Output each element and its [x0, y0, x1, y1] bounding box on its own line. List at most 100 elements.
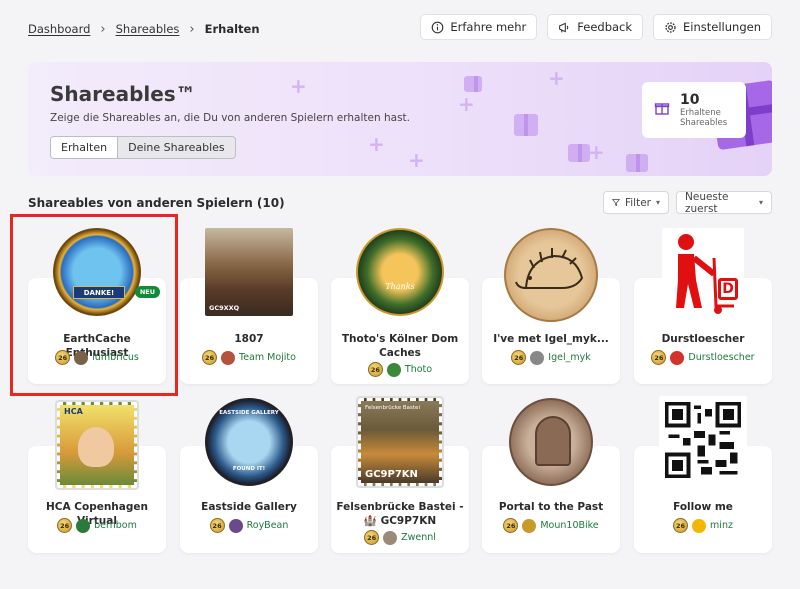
tab-my-shareables[interactable]: Deine Shareables	[118, 137, 235, 158]
card-owner[interactable]: 26 RoyBean	[180, 518, 318, 533]
qr-code-image	[659, 396, 747, 484]
sort-label: Neueste zuerst	[685, 190, 729, 215]
bastei-caption: Felsenbrücke Bastei	[365, 405, 420, 411]
card-title: I've met Igel_myk...	[493, 333, 609, 345]
breadcrumb-shareables[interactable]: Shareables	[116, 22, 180, 36]
tab-received[interactable]: Erhalten	[51, 137, 119, 158]
card-owner[interactable]: 26 Thoto	[331, 362, 469, 377]
coin-icon: 26	[503, 518, 519, 533]
section-title: Shareables von anderen Spielern (10)	[28, 196, 285, 210]
plus-decoration-icon: +	[458, 92, 475, 116]
chevron-down-icon: ▾	[655, 198, 660, 207]
card-owner[interactable]: 26 minz	[634, 518, 772, 533]
shareable-card[interactable]: D Durstloescher 26 Durstloescher	[634, 228, 772, 384]
learn-more-label: Erfahre mehr	[450, 20, 527, 34]
geocache-code: GC9XXQ	[209, 304, 240, 312]
avatar	[530, 350, 545, 365]
owner-name: Thoto	[404, 364, 433, 375]
plus-decoration-icon: +	[368, 132, 385, 156]
megaphone-icon	[559, 22, 569, 33]
hca-stamp-image: HCA	[55, 400, 139, 490]
bastei-code: GC9P7KN	[365, 469, 418, 480]
chevron-down-icon: ▾	[758, 198, 763, 207]
avatar	[383, 530, 398, 545]
gift-decoration-icon	[464, 76, 482, 92]
received-label: Erhaltene	[680, 108, 721, 118]
avatar	[692, 518, 707, 533]
shareable-card[interactable]: I've met Igel_myk... 26 Igel_myk	[482, 228, 620, 384]
selection-highlight	[10, 214, 178, 396]
eastside-gallery-badge-image: EASTSIDE GALLERY FOUND IT!	[205, 398, 293, 486]
shareable-card[interactable]: Follow me 26 minz	[634, 396, 772, 553]
card-owner[interactable]: 26 Durstloescher	[634, 350, 772, 365]
feedback-button[interactable]: Feedback	[547, 14, 644, 40]
shareable-card[interactable]: Thanks Thoto's Kölner Dom Caches 26 Thot…	[331, 228, 469, 384]
settings-button[interactable]: Einstellungen	[653, 14, 772, 40]
card-owner[interactable]: 26 Igel_myk	[482, 350, 620, 365]
owner-name: Igel_myk	[548, 352, 591, 363]
received-count-card: 10 Erhaltene Shareables	[642, 82, 746, 138]
thanks-text: Thanks	[385, 282, 415, 291]
coin-icon: 26	[209, 518, 225, 533]
koelner-dom-badge-image: Thanks	[356, 228, 444, 316]
avatar	[76, 518, 91, 533]
owner-name: Durstloescher	[688, 352, 755, 363]
owner-name: bernbom	[94, 520, 137, 531]
breadcrumb: Dashboard › Shareables › Erhalten	[28, 20, 260, 38]
breadcrumb-separator: ›	[100, 21, 106, 37]
avatar	[221, 350, 236, 365]
coin-icon: 26	[651, 350, 667, 365]
card-owner[interactable]: 26 Zwennl	[331, 530, 469, 545]
breadcrumb-current: Erhalten	[204, 22, 260, 36]
plus-decoration-icon: +	[588, 140, 605, 164]
info-icon	[432, 21, 444, 33]
gear-icon	[665, 21, 676, 33]
shareable-card[interactable]: EASTSIDE GALLERY FOUND IT! Eastside Gall…	[180, 398, 318, 553]
delivery-person-icon	[676, 234, 734, 314]
portal-to-past-coin-image	[509, 398, 593, 486]
plus-decoration-icon: +	[290, 74, 307, 98]
filter-label: Filter	[624, 196, 651, 209]
card-title: Eastside Gallery	[201, 501, 297, 513]
painting-1807-image: GC9XXQ	[205, 228, 293, 316]
bastei-stamp-image: Felsenbrücke Bastei GC9P7KN	[356, 396, 444, 488]
gift-icon	[654, 100, 670, 120]
card-title: 1807	[234, 333, 264, 345]
hero-banner: + + + + + + Shareables™ Zeige die Sharea…	[28, 62, 772, 176]
avatar	[386, 362, 401, 377]
shareable-card[interactable]: GC9XXQ 1807 26 Team Mojito	[180, 228, 318, 384]
hedgehog-badge-image	[504, 228, 598, 322]
castle-icon	[535, 416, 571, 466]
plus-decoration-icon: +	[408, 148, 425, 172]
coin-icon: 26	[367, 362, 383, 377]
breadcrumb-separator: ›	[189, 21, 195, 37]
owner-name: minz	[710, 520, 733, 531]
coin-icon: 26	[673, 518, 689, 533]
owner-name: Zwennl	[401, 532, 436, 543]
durstloescher-image: D	[662, 228, 744, 318]
sort-select[interactable]: Neueste zuerst ▾	[676, 190, 772, 215]
page-subtitle: Zeige die Shareables an, die Du von ande…	[50, 112, 410, 124]
card-owner[interactable]: 26 Moun10Bike	[482, 518, 620, 533]
shareable-card[interactable]: HCA HCA Copenhagen Virtual 26 bernbom	[28, 400, 166, 553]
top-actions: Erfahre mehr Feedback Einstellungen	[420, 14, 772, 40]
hca-text: HCA	[64, 407, 83, 416]
owner-name: Moun10Bike	[540, 520, 599, 531]
shareable-card[interactable]: Felsenbrücke Bastei GC9P7KN Felsenbrücke…	[331, 396, 469, 553]
portrait-icon	[78, 427, 114, 467]
plus-decoration-icon: +	[548, 66, 565, 90]
card-title: Felsenbrücke Bastei - 🏰 GC9P7KN	[336, 501, 464, 527]
card-owner[interactable]: 26 Team Mojito	[180, 350, 318, 365]
owner-name: Team Mojito	[239, 352, 296, 363]
filter-button[interactable]: Filter ▾	[603, 191, 669, 214]
coin-icon: 26	[57, 518, 73, 533]
card-owner[interactable]: 26 bernbom	[28, 518, 166, 533]
breadcrumb-dashboard[interactable]: Dashboard	[28, 22, 90, 36]
found-it-text: FOUND IT!	[232, 466, 266, 472]
filter-icon	[612, 199, 620, 207]
card-title: Portal to the Past	[498, 501, 604, 513]
shareable-card[interactable]: Portal to the Past 26 Moun10Bike	[482, 398, 620, 553]
avatar	[522, 518, 537, 533]
card-title: Follow me	[673, 501, 733, 513]
learn-more-button[interactable]: Erfahre mehr	[420, 14, 538, 40]
